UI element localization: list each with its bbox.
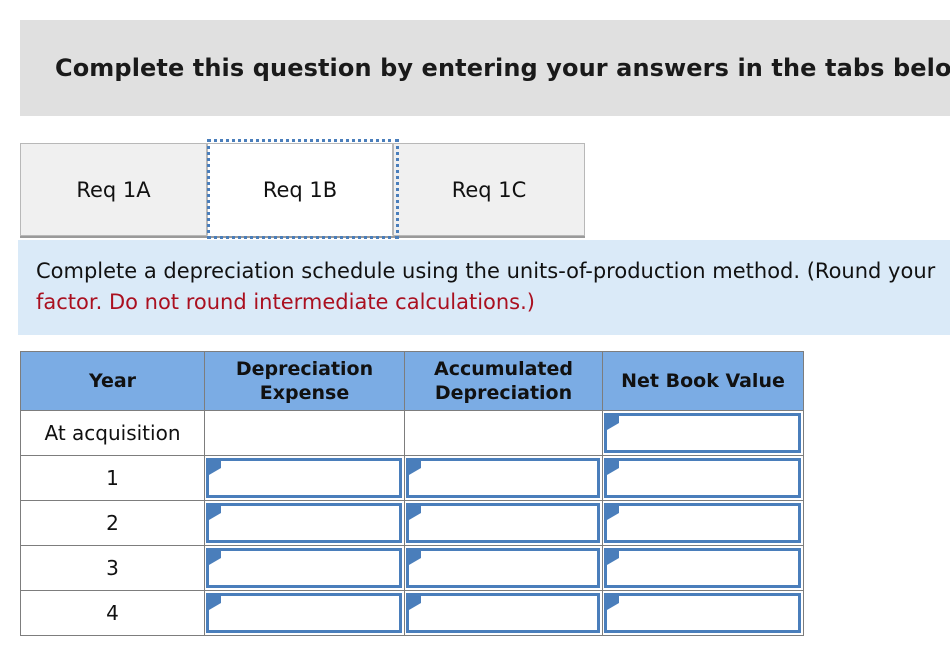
input-year-2-accumulated-depreciation[interactable]	[406, 503, 600, 543]
input-year-1-net-book-value[interactable]	[604, 458, 801, 498]
instructions-line-1: Complete a depreciation schedule using t…	[36, 259, 936, 283]
input-year-3-depreciation-expense[interactable]	[206, 548, 402, 588]
cell-year-4-depreciation-expense[interactable]	[204, 590, 405, 636]
input-year-4-depreciation-expense[interactable]	[206, 593, 402, 633]
row-label-year-1: 1	[20, 455, 205, 501]
row-label-year-4: 4	[20, 590, 205, 636]
tab-req-1c[interactable]: Req 1C	[393, 143, 585, 236]
cell-acquisition-depreciation-expense	[204, 410, 405, 456]
banner-title: Complete this question by entering your …	[55, 54, 950, 82]
cell-year-1-net-book-value[interactable]	[602, 455, 804, 501]
tab-req-1b[interactable]: Req 1B	[207, 143, 393, 236]
table-row: 4	[20, 590, 804, 636]
cell-year-4-accumulated-depreciation[interactable]	[404, 590, 603, 636]
tab-req-1a-label: Req 1A	[76, 177, 151, 202]
input-year-1-depreciation-expense[interactable]	[206, 458, 402, 498]
cell-year-2-depreciation-expense[interactable]	[204, 500, 405, 546]
column-header-accumulated-depreciation: Accumulated Depreciation	[404, 351, 603, 411]
tab-req-1b-label: Req 1B	[262, 177, 338, 202]
input-year-3-accumulated-depreciation[interactable]	[406, 548, 600, 588]
input-year-4-accumulated-depreciation[interactable]	[406, 593, 600, 633]
cell-acquisition-accumulated-depreciation	[404, 410, 603, 456]
column-header-net-book-value: Net Book Value	[602, 351, 804, 411]
column-header-depreciation-expense: Depreciation Expense	[204, 351, 405, 411]
cell-year-1-accumulated-depreciation[interactable]	[404, 455, 603, 501]
table-row: 3	[20, 545, 804, 591]
instructions-panel: Complete a depreciation schedule using t…	[18, 240, 950, 335]
tab-req-1c-label: Req 1C	[451, 177, 527, 202]
table-header-row: Year Depreciation Expense Accumulated De…	[20, 351, 804, 411]
row-label-year-3: 3	[20, 545, 205, 591]
tab-req-1a[interactable]: Req 1A	[20, 143, 207, 236]
input-year-3-net-book-value[interactable]	[604, 548, 801, 588]
cell-year-2-accumulated-depreciation[interactable]	[404, 500, 603, 546]
cell-year-3-depreciation-expense[interactable]	[204, 545, 405, 591]
question-banner: Complete this question by entering your …	[20, 20, 950, 116]
cell-year-2-net-book-value[interactable]	[602, 500, 804, 546]
input-year-1-accumulated-depreciation[interactable]	[406, 458, 600, 498]
table-row: 2	[20, 500, 804, 546]
instructions-line-2: factor. Do not round intermediate calcul…	[36, 290, 535, 314]
requirement-tabs: Req 1A Req 1B Req 1C	[20, 143, 585, 238]
table-row: 1	[20, 455, 804, 501]
depreciation-schedule-table: Year Depreciation Expense Accumulated De…	[20, 351, 804, 636]
table-row: At acquisition	[20, 410, 804, 456]
cell-acquisition-net-book-value[interactable]	[602, 410, 804, 456]
input-year-4-net-book-value[interactable]	[604, 593, 801, 633]
row-label-at-acquisition: At acquisition	[20, 410, 205, 456]
input-acquisition-net-book-value[interactable]	[604, 413, 801, 453]
column-header-year: Year	[20, 351, 205, 411]
cell-year-1-depreciation-expense[interactable]	[204, 455, 405, 501]
input-year-2-net-book-value[interactable]	[604, 503, 801, 543]
row-label-year-2: 2	[20, 500, 205, 546]
cell-year-4-net-book-value[interactable]	[602, 590, 804, 636]
cell-year-3-net-book-value[interactable]	[602, 545, 804, 591]
input-year-2-depreciation-expense[interactable]	[206, 503, 402, 543]
cell-year-3-accumulated-depreciation[interactable]	[404, 545, 603, 591]
